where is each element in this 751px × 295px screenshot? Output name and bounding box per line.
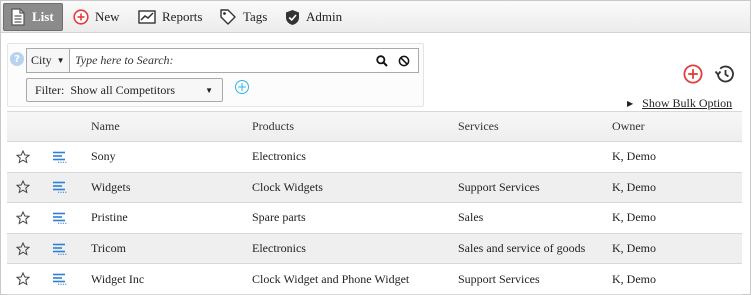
tag-icon	[220, 9, 236, 25]
cell-services: Sales	[458, 210, 484, 225]
cell-owner: K, Demo	[612, 241, 656, 256]
history-icon[interactable]	[713, 64, 735, 84]
cell-name: Sony	[91, 149, 116, 164]
table-row[interactable]: Pristine Spare parts Sales K, Demo	[7, 203, 742, 234]
cell-name: Tricom	[91, 241, 126, 256]
cell-products: Clock Widget and Phone Widget	[252, 271, 410, 286]
show-bulk-option-link[interactable]: ▶ Show Bulk Option	[627, 96, 732, 111]
star-icon[interactable]	[16, 241, 30, 256]
tags-label: Tags	[243, 9, 268, 24]
admin-button[interactable]: Admin	[285, 3, 342, 31]
tags-button[interactable]: Tags	[219, 3, 267, 31]
cell-name: Pristine	[91, 210, 128, 225]
list-label: List	[32, 9, 54, 24]
column-header-services[interactable]: Services	[458, 112, 499, 141]
column-header-owner[interactable]: Owner	[612, 112, 645, 141]
records-table: Name Products Services Owner Sony Electr…	[7, 111, 742, 295]
cell-owner: K, Demo	[612, 210, 656, 225]
filter-label: Filter:	[35, 82, 65, 97]
reports-label: Reports	[162, 9, 203, 24]
column-header-name[interactable]: Name	[91, 112, 120, 141]
star-icon[interactable]	[16, 149, 30, 164]
shield-check-icon	[286, 9, 299, 25]
cell-name: Widgets	[91, 179, 131, 194]
filter-value: Show all Competitors	[70, 82, 176, 97]
cell-products: Electronics	[252, 241, 306, 256]
new-button[interactable]: New	[73, 3, 120, 31]
star-icon[interactable]	[16, 272, 30, 286]
caret-down-icon: ▼	[205, 85, 213, 95]
table-header: Name Products Services Owner	[7, 112, 742, 142]
details-icon[interactable]	[52, 151, 68, 163]
details-icon[interactable]	[52, 181, 68, 194]
search-field-select[interactable]: City ▼	[27, 49, 70, 72]
star-icon[interactable]	[16, 210, 30, 225]
help-icon[interactable]: ?	[10, 52, 24, 66]
cell-products: Electronics	[252, 149, 306, 164]
document-icon	[11, 8, 25, 26]
cell-owner: K, Demo	[612, 271, 656, 286]
clear-icon[interactable]	[398, 55, 410, 67]
caret-right-icon: ▶	[627, 99, 634, 108]
bulk-label: Show Bulk Option	[642, 96, 733, 110]
column-header-products[interactable]: Products	[252, 112, 294, 141]
details-icon[interactable]	[52, 243, 68, 255]
toolbar: List New Reports Tags Admin	[1, 1, 750, 33]
cell-name: Widget Inc	[91, 271, 145, 286]
cell-owner: K, Demo	[612, 149, 656, 164]
search-icon[interactable]	[376, 54, 388, 67]
add-record-icon[interactable]	[683, 64, 703, 84]
table-row[interactable]: Tricom Electronics Sales and service of …	[7, 233, 742, 265]
plus-circle-icon	[73, 9, 89, 25]
cell-services: Support Services	[458, 179, 540, 194]
star-icon[interactable]	[16, 180, 30, 194]
details-icon[interactable]	[52, 212, 68, 224]
search-field-value: City	[31, 53, 52, 67]
cell-products: Spare parts	[252, 210, 306, 225]
caret-down-icon: ▼	[56, 56, 65, 65]
reports-button[interactable]: Reports	[138, 3, 202, 31]
list-button[interactable]: List	[3, 3, 63, 31]
search-bar: City ▼	[26, 48, 419, 73]
add-filter-icon[interactable]: +	[235, 80, 249, 94]
table-row[interactable]: Widget Inc Clock Widget and Phone Widget…	[7, 264, 742, 295]
admin-label: Admin	[306, 9, 343, 24]
cell-products: Clock Widgets	[252, 179, 323, 194]
cell-services: Sales and service of goods	[458, 241, 586, 256]
line-chart-icon	[138, 10, 156, 24]
cell-services: Support Services	[458, 271, 540, 286]
search-input[interactable]	[70, 49, 376, 72]
details-icon[interactable]	[52, 273, 68, 285]
table-row[interactable]: Widgets Clock Widgets Support Services K…	[7, 172, 742, 204]
filter-select[interactable]: Filter: Show all Competitors ▼	[26, 78, 223, 102]
cell-owner: K, Demo	[612, 179, 656, 194]
new-label: New	[95, 9, 120, 24]
table-row[interactable]: Sony Electronics K, Demo	[7, 142, 742, 173]
